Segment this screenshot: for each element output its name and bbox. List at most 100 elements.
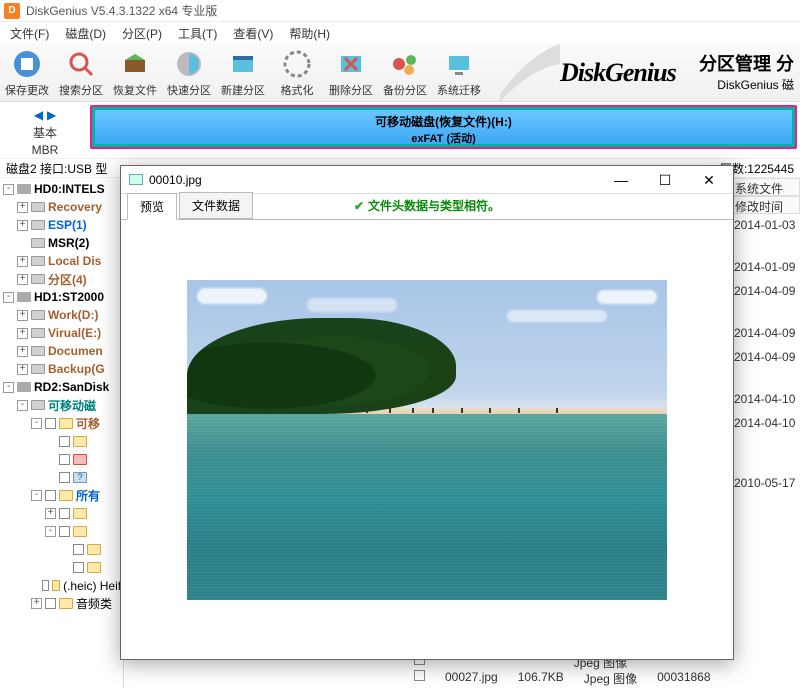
tree-node[interactable]: - 可移动磁 <box>0 396 123 414</box>
tree-node[interactable] <box>0 558 123 576</box>
preview-tabs: 预览 文件数据 ✔ 文件头数据与类型相符。 <box>121 194 733 220</box>
menu-5[interactable]: 帮助(H) <box>283 23 336 44</box>
checkbox[interactable] <box>414 670 425 681</box>
partition-name: 可移动磁盘(恢复文件)(H:) <box>95 113 792 130</box>
tree-label: RD2:SanDisk <box>34 380 109 394</box>
tree-node[interactable]: +Virual(E:) <box>0 324 123 342</box>
partition-strip[interactable]: 可移动磁盘(恢复文件)(H:) exFAT (活动) <box>90 102 800 158</box>
tree-node[interactable]: -HD0:INTELS <box>0 180 123 198</box>
close-button[interactable]: ✕ <box>687 166 731 194</box>
expand-icon[interactable]: + <box>17 274 28 285</box>
expand-icon[interactable]: + <box>17 328 28 339</box>
expand-icon[interactable]: + <box>17 364 28 375</box>
expand-icon[interactable]: - <box>17 400 28 411</box>
status-text: 文件头数据与类型相符。 <box>368 197 500 214</box>
expand-icon[interactable]: + <box>17 310 28 321</box>
toolbar-search-button[interactable]: 搜索分区 <box>54 44 108 101</box>
toolbar-quick-button[interactable]: 快速分区 <box>162 44 216 101</box>
nav-next-icon[interactable]: ▶ <box>47 108 56 122</box>
file-date: 2014-01-09 <box>730 256 800 280</box>
basic-l1: 基本 <box>0 124 90 141</box>
checkbox[interactable] <box>59 472 70 483</box>
toolbar-label: 新建分区 <box>216 82 270 98</box>
tree-node[interactable]: - <box>0 522 123 540</box>
toolbar-format-button[interactable]: 格式化 <box>270 44 324 101</box>
checkbox[interactable] <box>59 508 70 519</box>
tree-node[interactable]: +分区(4) <box>0 270 123 288</box>
expand-icon[interactable]: + <box>45 508 56 519</box>
tree-node[interactable]: MSR(2) <box>0 234 123 252</box>
tree-node[interactable]: - RD2:SanDisk <box>0 378 123 396</box>
expand-icon[interactable]: - <box>3 382 14 393</box>
tree-node[interactable]: + <box>0 504 123 522</box>
col-mtime[interactable]: 修改时间 <box>730 196 800 214</box>
tree-label: Backup(G <box>48 362 105 376</box>
maximize-button[interactable]: ☐ <box>643 166 687 194</box>
checkbox[interactable] <box>73 544 84 555</box>
toolbar-delete-button[interactable]: 删除分区 <box>324 44 378 101</box>
tree-node[interactable] <box>0 450 123 468</box>
tree-node[interactable]: ? <box>0 468 123 486</box>
expand-icon[interactable]: + <box>31 598 42 609</box>
checkbox[interactable] <box>45 418 56 429</box>
tab-filedata[interactable]: 文件数据 <box>179 192 253 219</box>
col-sysfile[interactable]: 系统文件 <box>730 178 800 196</box>
checkbox[interactable] <box>59 436 70 447</box>
toolbar-recover-button[interactable]: 恢复文件 <box>108 44 162 101</box>
tree-node[interactable]: -所有 <box>0 486 123 504</box>
expand-icon[interactable]: + <box>17 346 28 357</box>
tree-label: 可移动磁 <box>48 397 96 414</box>
fol-icon <box>73 508 87 519</box>
tree-node[interactable]: +Recovery <box>0 198 123 216</box>
menu-0[interactable]: 文件(F) <box>4 23 55 44</box>
tree-node[interactable] <box>0 432 123 450</box>
toolbar-save-button[interactable]: 保存更改 <box>0 44 54 101</box>
expand-icon[interactable]: + <box>17 202 28 213</box>
vol-icon <box>31 328 45 338</box>
toolbar-migrate-button[interactable]: 系统迁移 <box>432 44 486 101</box>
tree-node[interactable]: - 可移 <box>0 414 123 432</box>
checkbox[interactable] <box>73 562 84 573</box>
preview-window: 00010.jpg — ☐ ✕ 预览 文件数据 ✔ 文件头数据与类型相符。 <box>120 165 734 660</box>
toolbar-backup-button[interactable]: 备份分区 <box>378 44 432 101</box>
disk-tree[interactable]: -HD0:INTELS+Recovery+ESP(1)MSR(2)+Local … <box>0 178 124 688</box>
checkbox[interactable] <box>59 526 70 537</box>
expand-icon[interactable]: - <box>45 526 56 537</box>
tree-node[interactable]: +音频类 <box>0 594 123 612</box>
tree-node[interactable]: -HD1:ST2000 <box>0 288 123 306</box>
disk-status-left: 磁盘2 接口:USB 型 <box>6 160 107 177</box>
tree-node[interactable]: +Documen <box>0 342 123 360</box>
basic-l2: MBR <box>0 143 90 157</box>
expand-icon[interactable]: - <box>3 292 14 303</box>
expand-icon[interactable]: - <box>31 490 42 501</box>
file-date: 2014-04-09 <box>730 322 800 346</box>
file-row[interactable]: 00027.jpg106.7KBJpeg 图像00031868 <box>414 670 711 686</box>
tree-node[interactable]: +Local Dis <box>0 252 123 270</box>
menu-3[interactable]: 工具(T) <box>172 23 223 44</box>
expand-icon[interactable]: - <box>31 418 42 429</box>
menu-4[interactable]: 查看(V) <box>227 23 279 44</box>
tab-preview[interactable]: 预览 <box>127 193 177 220</box>
tree-node[interactable]: + Backup(G <box>0 360 123 378</box>
checkbox[interactable] <box>45 490 56 501</box>
checkbox[interactable] <box>59 454 70 465</box>
tree-node[interactable]: (.heic) Heif-Heic 图像 <box>0 576 123 594</box>
checkbox[interactable] <box>45 598 56 609</box>
image-preview <box>187 280 667 600</box>
menu-1[interactable]: 磁盘(D) <box>59 23 112 44</box>
checkbox[interactable] <box>42 580 49 591</box>
nav-prev-icon[interactable]: ◀ <box>34 108 43 122</box>
expand-icon[interactable]: + <box>17 256 28 267</box>
toolbar-new-button[interactable]: 新建分区 <box>216 44 270 101</box>
tree-label: 可移 <box>76 415 100 432</box>
expand-icon[interactable]: - <box>3 184 14 195</box>
tree-node[interactable]: +ESP(1) <box>0 216 123 234</box>
tree-node[interactable]: +Work(D:) <box>0 306 123 324</box>
menu-2[interactable]: 分区(P) <box>116 23 168 44</box>
tree-node[interactable] <box>0 540 123 558</box>
preview-titlebar[interactable]: 00010.jpg — ☐ ✕ <box>121 166 733 194</box>
expand-icon[interactable]: + <box>17 220 28 231</box>
toolbar-label: 恢复文件 <box>108 82 162 98</box>
minimize-button[interactable]: — <box>599 166 643 194</box>
tree-label: (.heic) Heif-Heic 图像 <box>63 577 123 594</box>
